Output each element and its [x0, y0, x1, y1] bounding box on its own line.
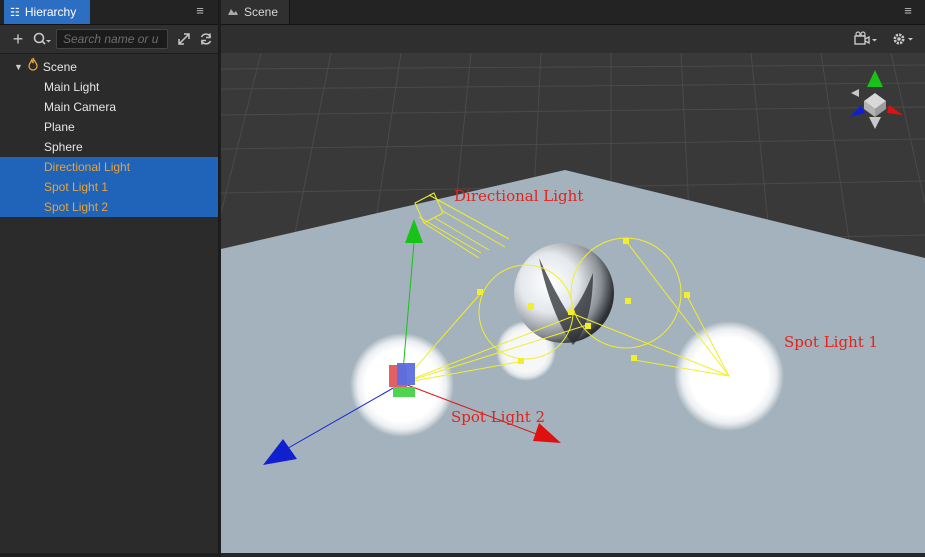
scene-toolbar [221, 25, 925, 54]
tree-item-plane[interactable]: Plane [0, 117, 218, 137]
hierarchy-tree: ▼ Scene Main Light Main Camera Plane Sph… [0, 57, 218, 217]
tree-item-label: Main Light [44, 80, 100, 94]
tree-item-label: Spot Light 2 [44, 200, 109, 214]
view-gizmo-icon[interactable] [850, 70, 903, 129]
tab-hierarchy[interactable]: ☷ Hierarchy [4, 0, 90, 24]
tree-item-spot-light-2[interactable]: Spot Light 2 [0, 197, 218, 217]
chevron-down-icon[interactable]: ▼ [14, 57, 23, 77]
add-icon[interactable]: + [10, 30, 26, 48]
scene-root-icon [27, 57, 39, 77]
scene-viewport[interactable]: Directional Light Spot Light 1 Spot Ligh… [221, 53, 925, 553]
tree-item-label: Sphere [44, 140, 83, 154]
scene-icon [227, 5, 239, 19]
tree-item-main-camera[interactable]: Main Camera [0, 97, 218, 117]
search-icon[interactable] [32, 31, 52, 47]
hierarchy-toolbar: + [0, 25, 218, 54]
tree-item-label: Spot Light 1 [44, 180, 109, 194]
settings-icon[interactable] [891, 31, 917, 47]
tree-item-scene[interactable]: ▼ Scene [0, 57, 218, 77]
tree-item-main-light[interactable]: Main Light [0, 77, 218, 97]
tab-scene[interactable]: Scene [221, 0, 290, 24]
label-directional-light: Directional Light [454, 187, 583, 205]
hierarchy-tab-label: Hierarchy [24, 5, 77, 19]
scene-tab-label: Scene [244, 5, 279, 19]
expand-icon[interactable] [176, 31, 192, 47]
tree-item-label: Main Camera [44, 100, 117, 114]
search-input[interactable] [56, 29, 168, 49]
refresh-icon[interactable] [198, 31, 214, 47]
menu-icon[interactable]: ≡ [901, 4, 915, 18]
label-spot-light-1: Spot Light 1 [784, 333, 878, 351]
menu-icon[interactable]: ≡ [193, 4, 207, 18]
scene-panel: Scene ≡ Directional Light Spot Light 1 S… [221, 0, 925, 557]
hierarchy-icon: ☷ [10, 6, 20, 19]
tree-item-label: Directional Light [44, 160, 131, 174]
scene-tabbar: Scene ≡ [221, 0, 925, 25]
hierarchy-panel: ☷ Hierarchy ≡ + ▼ Scene Main Light Main … [0, 0, 219, 553]
ground-plane[interactable] [221, 170, 925, 553]
tree-item-directional-light[interactable]: Directional Light [0, 157, 218, 177]
tree-item-spot-light-1[interactable]: Spot Light 1 [0, 177, 218, 197]
tree-item-label: Scene [42, 60, 77, 74]
camera-icon[interactable] [853, 31, 879, 47]
tree-item-sphere[interactable]: Sphere [0, 137, 218, 157]
hierarchy-tabbar: ☷ Hierarchy ≡ [0, 0, 218, 25]
label-spot-light-2: Spot Light 2 [451, 408, 545, 426]
tree-item-label: Plane [44, 120, 75, 134]
scene-canvas[interactable]: Directional Light Spot Light 1 Spot Ligh… [221, 53, 925, 553]
